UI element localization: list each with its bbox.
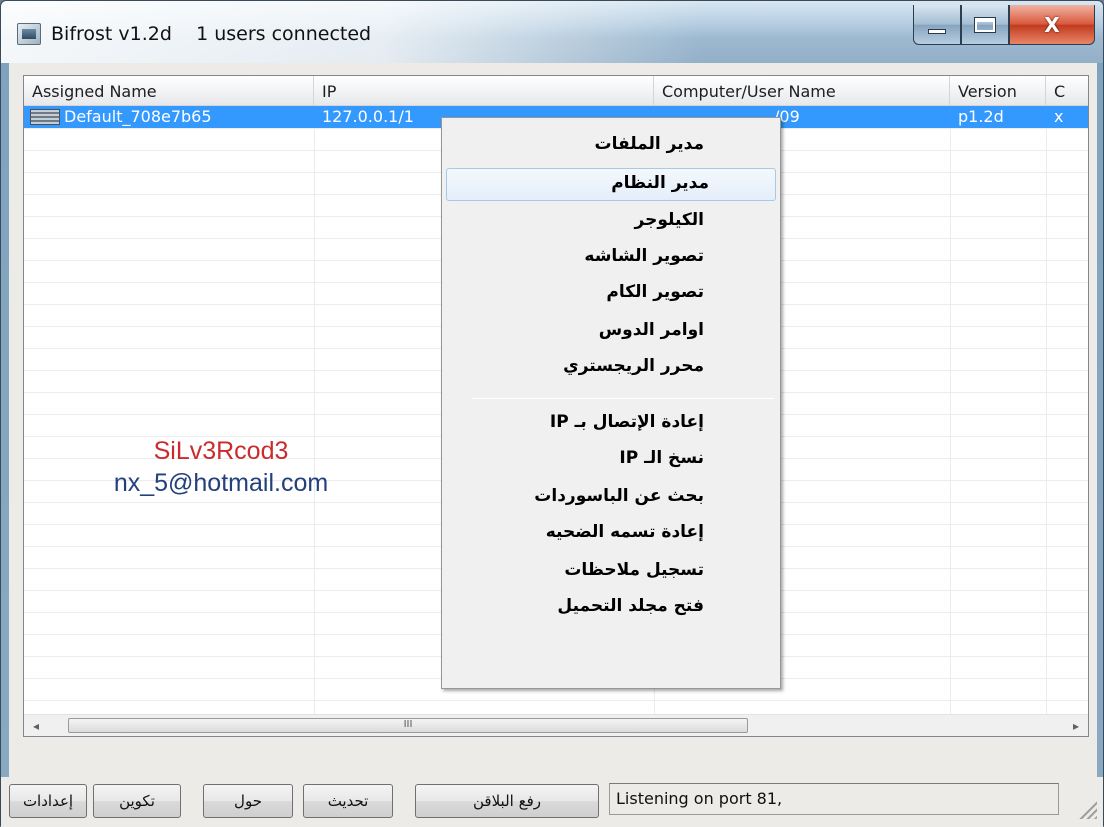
maximize-button[interactable] [961,5,1009,45]
menu-item-copy-ip[interactable]: نسخ الـ IP [450,444,770,477]
column-header-computer-user[interactable]: Computer/User Name [654,76,950,106]
minimize-button[interactable] [913,5,961,45]
column-header-ip[interactable]: IP [314,76,654,106]
menu-item-webcam-capture[interactable]: تصوير الكام [450,278,770,311]
menu-item-reconnect-ip[interactable]: إعادة الإتصال بـ IP [450,408,770,441]
build-button[interactable]: تكوين [93,784,181,818]
about-button[interactable]: حول [203,784,293,818]
cell-assigned-name: Default_708e7b65 [64,107,212,126]
cell-computer-user: /09 [774,107,800,126]
row-gridline [24,700,1088,701]
menu-item-registry-editor[interactable]: محرر الريجستري [450,352,770,385]
column-gridline [1046,106,1047,714]
scrollbar-thumb[interactable]: III [68,718,748,733]
column-header-c[interactable]: C [1046,76,1088,106]
list-header: Assigned Name IP Computer/User Name Vers… [24,76,1088,106]
horizontal-scrollbar[interactable]: ◂ III ▸ [24,714,1088,736]
menu-item-file-manager[interactable]: مدير الملفات [450,130,770,163]
app-icon[interactable] [17,23,41,45]
title-bar[interactable]: Bifrost v1.2d 1 users connected X [1,1,1103,63]
column-gridline [314,106,315,714]
menu-item-system-manager[interactable]: مدير النظام [446,168,776,201]
menu-item-keylogger[interactable]: الكيلوجر [450,206,770,239]
maximize-icon [975,17,995,32]
menu-separator [472,398,774,399]
window-title: Bifrost v1.2d 1 users connected [51,23,372,45]
cell-c: x [1054,107,1064,126]
watermark-name: SiLv3Rcod3 [153,437,289,465]
menu-item-save-notes[interactable]: تسجيل ملاحظات [450,556,770,589]
context-menu: مدير الملفات مدير النظام الكيلوجر تصوير … [441,117,781,689]
column-header-assigned-name[interactable]: Assigned Name [24,76,314,106]
close-icon: X [1044,12,1060,37]
refresh-button[interactable]: تحديث [303,784,393,818]
column-header-version[interactable]: Version [950,76,1046,106]
minimize-icon [928,29,946,34]
watermark-email: nx_5@hotmail.com [113,469,329,497]
menu-item-open-download-folder[interactable]: فتح مجلد التحميل [450,592,770,625]
menu-item-screen-capture[interactable]: تصوير الشاشه [450,242,770,275]
cell-version: p1.2d [958,107,1004,126]
scroll-left-icon[interactable]: ◂ [26,715,46,736]
close-button[interactable]: X [1009,5,1095,45]
menu-item-find-passwords[interactable]: بحث عن الباسوردات [450,482,770,515]
app-window: Bifrost v1.2d 1 users connected X Assign… [0,0,1104,827]
menu-item-rename-victim[interactable]: إعادة تسمه الضحيه [450,518,770,551]
status-text: Listening on port 81, [609,783,1059,815]
settings-button[interactable]: إعدادات [9,784,87,818]
upload-plugins-button[interactable]: رفع البلاقن [415,784,599,818]
menu-item-dos-commands[interactable]: اوامر الدوس [450,316,770,349]
column-gridline [950,106,951,714]
scroll-right-icon[interactable]: ▸ [1066,715,1086,736]
